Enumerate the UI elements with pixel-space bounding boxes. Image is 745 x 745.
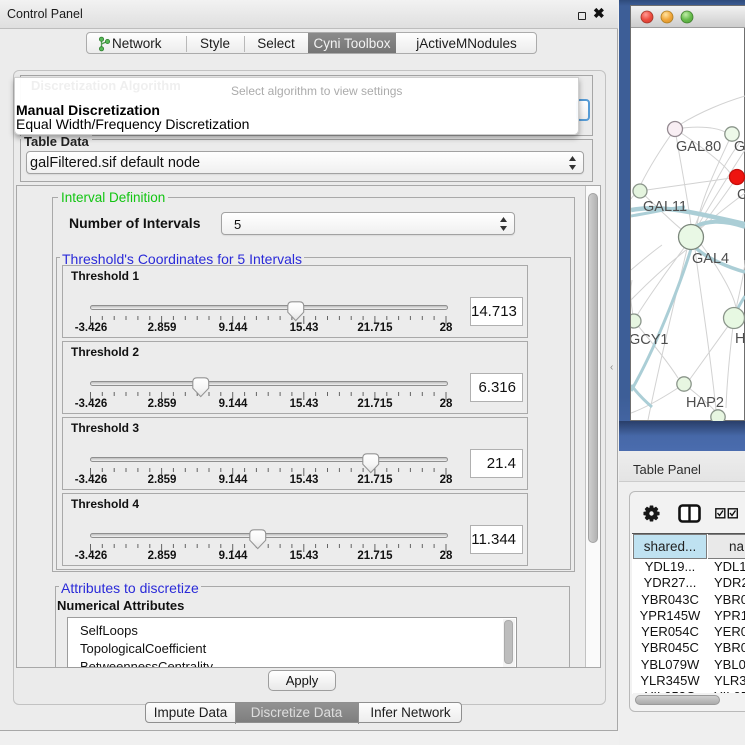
- svg-text:GAL80: GAL80: [676, 139, 721, 155]
- svg-text:GCY1: GCY1: [631, 332, 669, 348]
- svg-text:GA: GA: [734, 139, 745, 155]
- svg-text:HAP2: HAP2: [686, 395, 724, 411]
- svg-text:GAL11: GAL11: [643, 199, 687, 215]
- svg-text:GAL4: GAL4: [692, 251, 729, 267]
- svg-text:H: H: [735, 331, 745, 347]
- svg-text:C: C: [737, 187, 745, 203]
